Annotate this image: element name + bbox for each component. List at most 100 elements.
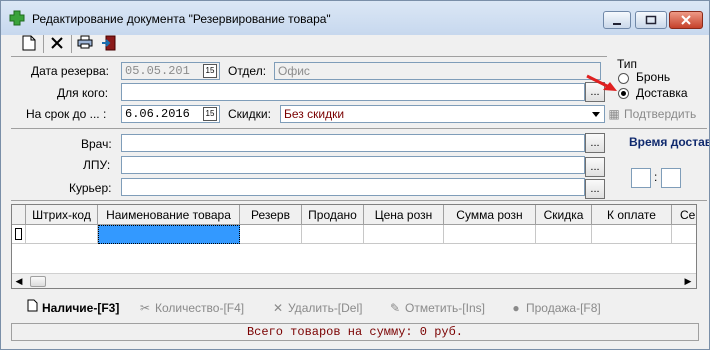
mark-button[interactable]: ✎ Отметить-[Ins] bbox=[388, 296, 485, 320]
reserve-date-label: Дата резерва: bbox=[31, 64, 109, 78]
window-title: Редактирование документа "Резервирование… bbox=[32, 12, 331, 26]
radio-reserve[interactable] bbox=[618, 73, 629, 84]
close-icon bbox=[681, 15, 691, 25]
minimize-icon bbox=[613, 23, 621, 25]
discounts-value: Без скидки bbox=[284, 107, 345, 121]
exit-icon bbox=[102, 35, 116, 51]
pharmacy-cross-icon bbox=[9, 10, 25, 26]
doctor-label: Врач: bbox=[81, 137, 112, 151]
document-icon bbox=[25, 296, 39, 320]
availability-label: Наличие-[F3] bbox=[42, 301, 120, 315]
chevron-down-icon bbox=[592, 112, 600, 117]
sale-label: Продажа-[F8] bbox=[526, 301, 601, 315]
table-cell-selected[interactable] bbox=[98, 225, 240, 244]
radio-delivery[interactable] bbox=[618, 88, 629, 99]
table-cell[interactable] bbox=[536, 225, 592, 244]
delivery-time-label: Время доставки bbox=[629, 135, 709, 149]
status-bar: Всего товаров на сумму: 0 руб. bbox=[11, 323, 699, 341]
column-header[interactable]: Цена розн bbox=[364, 205, 444, 225]
row-indicator bbox=[12, 225, 26, 244]
row-editing-marker bbox=[15, 228, 22, 240]
scroll-right-icon[interactable]: ▶ bbox=[683, 276, 693, 286]
toolbar-separator bbox=[43, 35, 44, 53]
print-icon bbox=[77, 35, 93, 49]
new-document-button[interactable] bbox=[19, 35, 39, 53]
section-divider bbox=[11, 128, 707, 129]
discounts-select[interactable]: Без скидки bbox=[280, 105, 605, 123]
delete-icon: ✕ bbox=[272, 301, 284, 315]
calendar-icon[interactable]: 15 bbox=[203, 64, 217, 78]
quantity-button[interactable]: ✂ Количество-[F4] bbox=[138, 296, 244, 320]
table-cell[interactable] bbox=[444, 225, 536, 244]
row-indicator-header bbox=[12, 205, 26, 225]
scroll-left-icon[interactable]: ◀ bbox=[14, 276, 24, 286]
delete-label: Удалить-[Del] bbox=[288, 301, 363, 315]
exit-button[interactable] bbox=[99, 35, 119, 53]
lpu-label: ЛПУ: bbox=[83, 158, 111, 172]
sale-icon: ● bbox=[512, 301, 520, 315]
toolbar-separator bbox=[71, 35, 72, 53]
term-date-value: 6.06.2016 bbox=[125, 107, 190, 121]
toolbar-divider bbox=[11, 56, 607, 57]
section-divider bbox=[11, 200, 707, 201]
column-header[interactable]: Сумма розн bbox=[444, 205, 536, 225]
maximize-button[interactable] bbox=[635, 11, 667, 29]
ellipsis-label: ... bbox=[590, 137, 600, 149]
courier-label: Курьер: bbox=[69, 181, 112, 195]
table-cell[interactable] bbox=[302, 225, 364, 244]
lpu-select-button[interactable]: ... bbox=[585, 157, 605, 177]
table-cell[interactable] bbox=[672, 225, 696, 244]
table-cell[interactable] bbox=[592, 225, 672, 244]
discounts-label: Скидки: bbox=[228, 107, 271, 121]
calendar-icon[interactable]: 15 bbox=[203, 107, 217, 121]
table-cell[interactable] bbox=[26, 225, 98, 244]
for-whom-input[interactable] bbox=[121, 83, 585, 101]
confirm-label: Подтвердить bbox=[624, 107, 697, 121]
quantity-label: Количество-[F4] bbox=[155, 301, 245, 315]
for-whom-label: Для кого: bbox=[57, 86, 109, 100]
courier-input[interactable] bbox=[121, 178, 585, 196]
delete-button[interactable] bbox=[47, 35, 67, 53]
department-field: Офис bbox=[274, 62, 601, 80]
doctor-select-button[interactable]: ... bbox=[585, 133, 605, 153]
column-header[interactable]: К оплате bbox=[592, 205, 672, 225]
column-header[interactable]: Серия bbox=[672, 205, 696, 225]
horizontal-scrollbar[interactable]: ◀ ▶ bbox=[12, 273, 696, 288]
tools-icon: ✂ bbox=[139, 301, 151, 315]
column-header[interactable]: Штрих-код bbox=[26, 205, 98, 225]
sale-button[interactable]: ● Продажа-[F8] bbox=[509, 296, 601, 320]
type-label: Тип bbox=[617, 57, 638, 71]
delivery-minute-input[interactable] bbox=[661, 168, 681, 188]
table-cell[interactable] bbox=[364, 225, 444, 244]
lpu-input[interactable] bbox=[121, 156, 585, 174]
column-header[interactable]: Продано bbox=[302, 205, 364, 225]
ellipsis-label: ... bbox=[590, 183, 600, 195]
department-label: Отдел: bbox=[228, 64, 267, 78]
column-header[interactable]: Скидка bbox=[536, 205, 592, 225]
delete-icon bbox=[51, 37, 63, 49]
type-option-reserve: Бронь bbox=[636, 70, 671, 84]
toolbar bbox=[15, 33, 131, 55]
minimize-button[interactable] bbox=[603, 11, 631, 29]
new-document-icon bbox=[22, 35, 36, 51]
column-header[interactable]: Наименование товара bbox=[98, 205, 240, 225]
delivery-hour-input[interactable] bbox=[631, 168, 651, 188]
mark-label: Отметить-[Ins] bbox=[405, 301, 485, 315]
print-button[interactable] bbox=[75, 35, 95, 53]
doctor-input[interactable] bbox=[121, 134, 585, 152]
document-window: Редактирование документа "Резервирование… bbox=[0, 0, 710, 350]
close-button[interactable] bbox=[669, 11, 703, 29]
scrollbar-thumb[interactable] bbox=[30, 276, 46, 287]
time-separator: : bbox=[654, 170, 658, 184]
confirm-button[interactable]: ▦ Подтвердить bbox=[607, 104, 696, 124]
department-value: Офис bbox=[278, 64, 310, 78]
courier-select-button[interactable]: ... bbox=[585, 179, 605, 199]
title-bar: Редактирование документа "Резервирование… bbox=[1, 1, 709, 35]
confirm-icon: ▦ bbox=[608, 107, 620, 121]
column-header[interactable]: Резерв bbox=[240, 205, 302, 225]
goods-table[interactable]: Штрих-код Наименование товара Резерв Про… bbox=[11, 204, 697, 289]
reserve-date-value: 05.05.201 bbox=[125, 64, 190, 78]
availability-button[interactable]: Наличие-[F3] bbox=[25, 296, 119, 320]
table-cell[interactable] bbox=[240, 225, 302, 244]
delete-row-button[interactable]: ✕ Удалить-[Del] bbox=[271, 296, 363, 320]
